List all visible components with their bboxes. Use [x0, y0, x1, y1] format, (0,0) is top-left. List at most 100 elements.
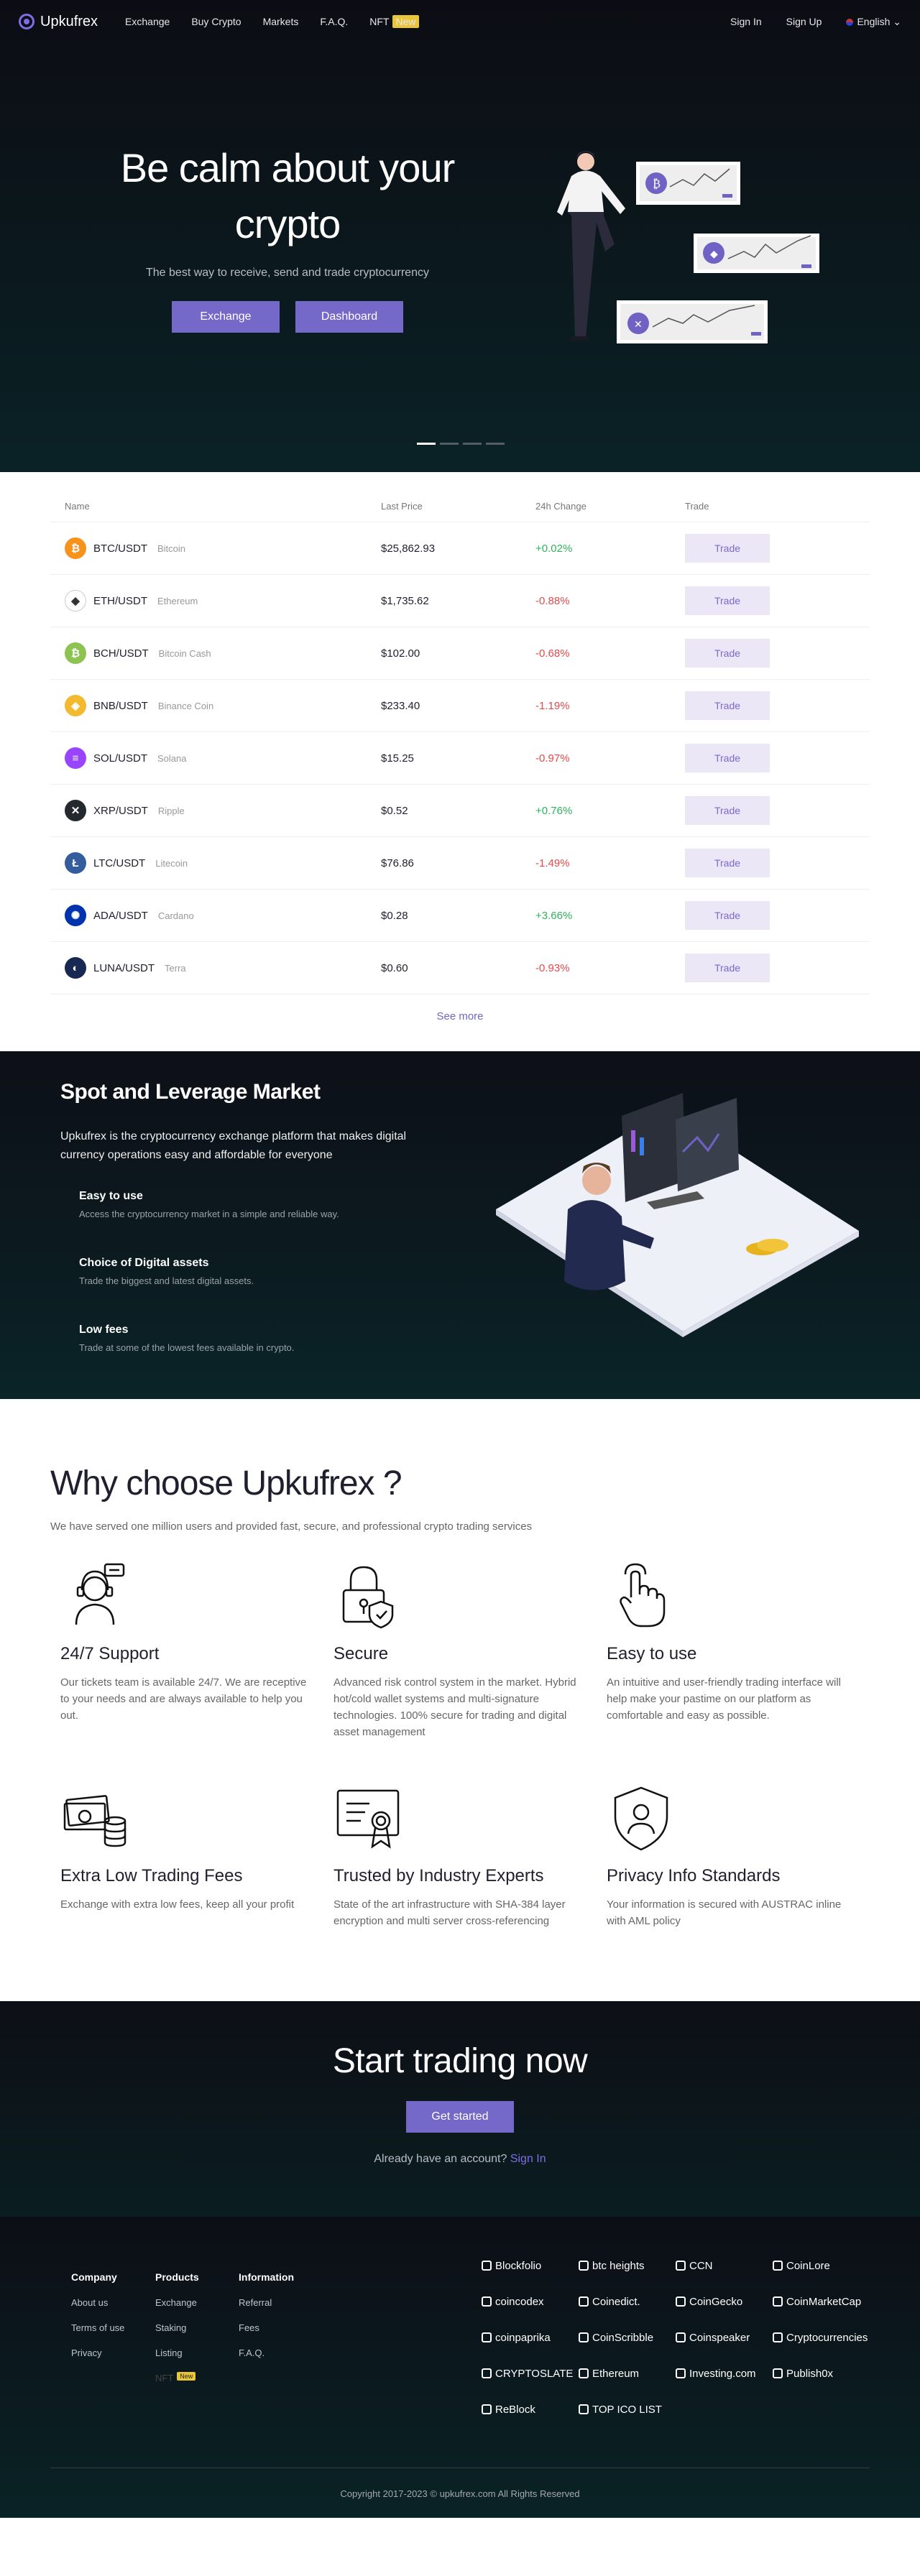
brand-logo[interactable]: Upkufrex [19, 14, 98, 30]
sign-in-link[interactable]: Sign In [730, 16, 762, 27]
coin-change: -0.97% [535, 752, 570, 765]
sign-up-link[interactable]: Sign Up [786, 16, 822, 27]
nav-exchange[interactable]: Exchange [125, 16, 170, 27]
partner-logo[interactable]: CoinScribble [579, 2329, 676, 2346]
trade-button[interactable]: Trade [685, 796, 770, 825]
partner-logo[interactable]: CRYPTOSLATE [482, 2365, 579, 2382]
see-more-link[interactable]: See more [50, 994, 870, 1051]
partner-name: coincodex [495, 2295, 544, 2308]
hero-buttons: Exchange Dashboard [101, 301, 474, 333]
footer-link[interactable]: Listing [155, 2348, 199, 2358]
footer-link[interactable]: NFT New [155, 2372, 199, 2383]
market-row: ₿ BCH/USDT Bitcoin Cash $102.00 -0.68% T… [50, 627, 870, 680]
cta-sign-in-link[interactable]: Sign In [510, 2153, 546, 2165]
partner-logo[interactable]: CoinMarketCap [773, 2293, 870, 2310]
hero-text: Be calm about your crypto The best way t… [101, 140, 474, 333]
carousel-dot[interactable] [486, 443, 505, 445]
footer-link[interactable]: Terms of use [71, 2322, 124, 2333]
nav-markets[interactable]: Markets [263, 16, 299, 27]
benefits-grid: 24/7 Support Our tickets team is availab… [50, 1561, 870, 1929]
trade-button[interactable]: Trade [685, 586, 770, 615]
trade-button[interactable]: Trade [685, 639, 770, 668]
hero-subtitle: The best way to receive, send and trade … [146, 267, 429, 279]
trade-button[interactable]: Trade [685, 849, 770, 877]
dashboard-button[interactable]: Dashboard [295, 301, 403, 333]
coin-price: $233.40 [381, 699, 420, 712]
market-row: ✕ XRP/USDT Ripple $0.52 +0.76% Trade [50, 785, 870, 837]
partner-name: Publish0x [786, 2367, 834, 2380]
partner-logo[interactable]: btc heights [579, 2257, 676, 2274]
partner-name: CoinMarketCap [786, 2295, 862, 2308]
footer-link[interactable]: Fees [239, 2322, 294, 2333]
carousel-dot[interactable] [440, 443, 459, 445]
footer-link[interactable]: Privacy [71, 2348, 124, 2358]
partner-logo[interactable]: Coinspeaker [676, 2329, 773, 2346]
benefit-card: Trusted by Industry Experts State of the… [334, 1783, 607, 1929]
nav-nft[interactable]: NFT New [369, 15, 419, 28]
trade-cell: Trade [685, 744, 793, 772]
trade-button[interactable]: Trade [685, 691, 770, 720]
trade-button[interactable]: Trade [685, 744, 770, 772]
partner-logo[interactable]: CoinGecko [676, 2293, 773, 2310]
benefit-title: Extra Low Trading Fees [60, 1866, 243, 1885]
partner-logo[interactable]: Coinedict. [579, 2293, 676, 2310]
exchange-button[interactable]: Exchange [172, 301, 280, 333]
nav-nft-label: NFT [369, 16, 390, 27]
carousel-dot[interactable] [417, 443, 436, 445]
language-selector[interactable]: English ⌄ [846, 16, 901, 28]
partner-logo-icon [676, 2261, 686, 2271]
partner-logo-icon [676, 2368, 686, 2378]
partner-logo[interactable]: Publish0x [773, 2365, 870, 2382]
nav-buy-crypto[interactable]: Buy Crypto [191, 16, 241, 27]
nav-faq[interactable]: F.A.Q. [320, 16, 348, 27]
trade-button[interactable]: Trade [685, 534, 770, 563]
header-24h-change: 24h Change [535, 501, 586, 512]
spot-description: Upkufrex is the cryptocurrency exchange … [60, 1130, 407, 1161]
partner-logo[interactable]: ReBlock [482, 2401, 579, 2418]
footer-products: Products Exchange Staking Listing NFT New [155, 2271, 199, 2398]
footer-link[interactable]: Exchange [155, 2297, 199, 2308]
footer-link[interactable]: F.A.Q. [239, 2348, 294, 2358]
partner-logo[interactable]: CCN [676, 2257, 773, 2274]
partner-logo[interactable]: Ethereum [579, 2365, 676, 2382]
partner-logo-icon [579, 2368, 589, 2378]
partner-name: Coinspeaker [689, 2331, 750, 2344]
partner-logo[interactable]: CoinLore [773, 2257, 870, 2274]
partner-logo[interactable]: Cryptocurrencies [773, 2329, 870, 2346]
coin-pair: ADA/USDT [93, 909, 148, 922]
get-started-button[interactable]: Get started [406, 2101, 514, 2133]
footer-heading: Information [239, 2271, 294, 2283]
benefit-title: Easy to use [607, 1644, 697, 1663]
footer-link[interactable]: Staking [155, 2322, 199, 2333]
partner-logo[interactable]: coincodex [482, 2293, 579, 2310]
footer-link[interactable]: About us [71, 2297, 124, 2308]
trade-button[interactable]: Trade [685, 901, 770, 930]
partner-logo-icon [482, 2404, 492, 2414]
trade-button[interactable]: Trade [685, 954, 770, 982]
benefit-text: Your information is secured with AUSTRAC… [607, 1898, 842, 1927]
coin-cell: ₿ BCH/USDT Bitcoin Cash [65, 642, 381, 664]
coin-change: +3.66% [535, 909, 573, 922]
coin-price: $1,735.62 [381, 594, 429, 607]
coin-price: $102.00 [381, 647, 420, 660]
benefit-title: Secure [334, 1644, 389, 1663]
coin-cell: ✺ ADA/USDT Cardano [65, 905, 381, 926]
logo-icon [19, 14, 34, 29]
coin-price: $0.60 [381, 961, 408, 974]
trade-cell: Trade [685, 796, 793, 825]
partner-logo-icon [579, 2404, 589, 2414]
coin-pair: LTC/USDT [93, 857, 146, 869]
partner-logo[interactable]: TOP ICO LIST [579, 2401, 676, 2418]
hero-section: Upkufrex Exchange Buy Crypto Markets F.A… [0, 0, 920, 472]
footer-link[interactable]: Referral [239, 2297, 294, 2308]
market-row: ≡ SOL/USDT Solana $15.25 -0.97% Trade [50, 732, 870, 785]
benefit-title: Privacy Info Standards [607, 1866, 781, 1885]
partner-name: Coinedict. [592, 2295, 640, 2308]
benefit-title: 24/7 Support [60, 1644, 160, 1663]
footer-heading: Products [155, 2271, 199, 2283]
coin-name: Bitcoin [157, 543, 186, 554]
partner-logo[interactable]: Investing.com [676, 2365, 773, 2382]
partner-logo[interactable]: Blockfolio [482, 2257, 579, 2274]
carousel-dot[interactable] [463, 443, 482, 445]
partner-logo[interactable]: coinpaprika [482, 2329, 579, 2346]
